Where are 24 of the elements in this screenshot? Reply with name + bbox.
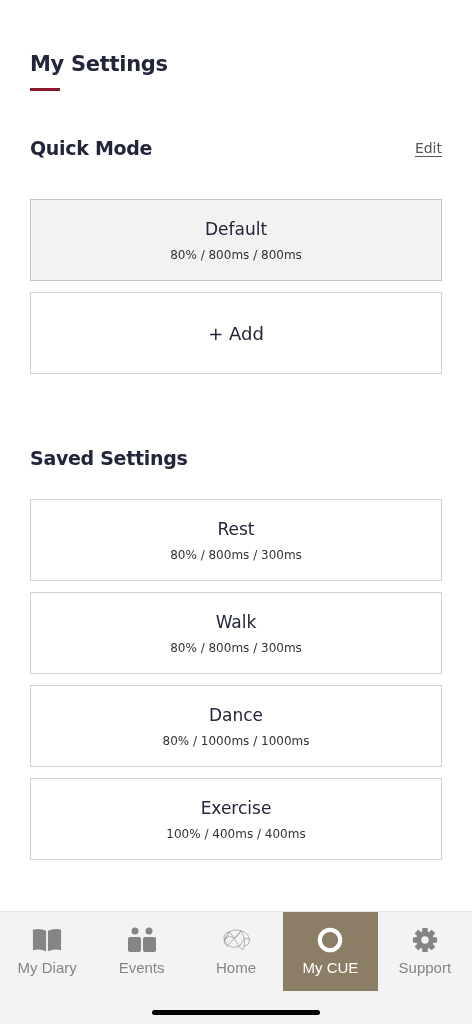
preset-name: Rest	[217, 518, 255, 539]
preset-values: 100% / 400ms / 400ms	[166, 826, 306, 841]
section-heading: Quick Mode	[30, 137, 153, 159]
preset-values: 80% / 800ms / 800ms	[170, 247, 302, 262]
preset-values: 80% / 1000ms / 1000ms	[162, 733, 310, 748]
preset-card[interactable]: Default 80% / 800ms / 800ms	[30, 199, 442, 281]
preset-values: 80% / 800ms / 300ms	[170, 547, 302, 562]
preset-card[interactable]: Walk 80% / 800ms / 300ms	[30, 592, 442, 674]
preset-card[interactable]: Rest 80% / 800ms / 300ms	[30, 499, 442, 581]
page-title: My Settings	[30, 52, 169, 76]
preset-card[interactable]: Dance 80% / 1000ms / 1000ms	[30, 685, 442, 767]
preset-name: Default	[204, 218, 268, 239]
preset-name: Exercise	[200, 797, 272, 818]
edit-link[interactable]: Edit	[414, 140, 442, 156]
book-icon	[32, 927, 63, 953]
preset-name: Walk	[215, 611, 257, 632]
preset-name: Dance	[208, 704, 264, 725]
preset-values: 80% / 800ms / 300ms	[170, 640, 302, 655]
section-heading: Saved Settings	[30, 447, 188, 469]
tab-bar-item[interactable]: My CUE	[283, 912, 378, 991]
brain-icon	[221, 927, 251, 953]
people-icon	[126, 927, 157, 953]
add-button[interactable]: + Add	[30, 292, 442, 374]
preset-card[interactable]: Exercise 100% / 400ms / 400ms	[30, 778, 442, 860]
